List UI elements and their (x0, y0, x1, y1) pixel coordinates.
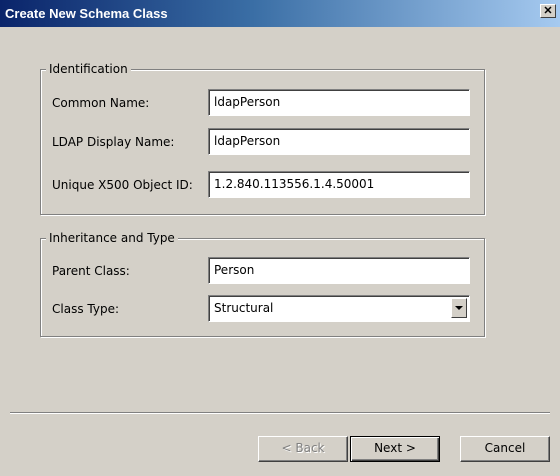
title-bar[interactable]: Create New Schema Class ✕ (0, 0, 560, 27)
chevron-down-icon[interactable] (451, 298, 467, 318)
common-name-label: Common Name: (52, 96, 150, 110)
ldap-display-name-label: LDAP Display Name: (52, 135, 175, 149)
parent-class-label: Parent Class: (52, 264, 130, 278)
back-button[interactable]: < Back (258, 436, 348, 462)
class-type-selected-value: Structural (214, 301, 274, 315)
close-button[interactable]: ✕ (540, 4, 556, 18)
close-icon: ✕ (543, 5, 553, 17)
create-schema-class-dialog: Create New Schema Class ✕ Identification… (0, 0, 560, 476)
cancel-button[interactable]: Cancel (460, 436, 550, 462)
identification-group-label: Identification (46, 62, 131, 76)
next-button[interactable]: Next > (350, 436, 440, 462)
class-type-dropdown[interactable]: Structural (208, 295, 470, 322)
ldap-display-name-field[interactable]: ldapPerson (208, 128, 470, 155)
button-separator (10, 412, 550, 414)
inheritance-and-type-group-label: Inheritance and Type (46, 231, 178, 245)
common-name-field[interactable]: ldapPerson (208, 89, 470, 116)
unique-x500-object-id-label: Unique X500 Object ID: (52, 178, 193, 192)
inheritance-and-type-group: Inheritance and Type (40, 231, 485, 337)
unique-x500-object-id-field[interactable]: 1.2.840.113556.1.4.50001 (208, 171, 470, 198)
class-type-label: Class Type: (52, 302, 119, 316)
window-title: Create New Schema Class (5, 6, 168, 21)
parent-class-field[interactable]: Person (208, 257, 470, 284)
